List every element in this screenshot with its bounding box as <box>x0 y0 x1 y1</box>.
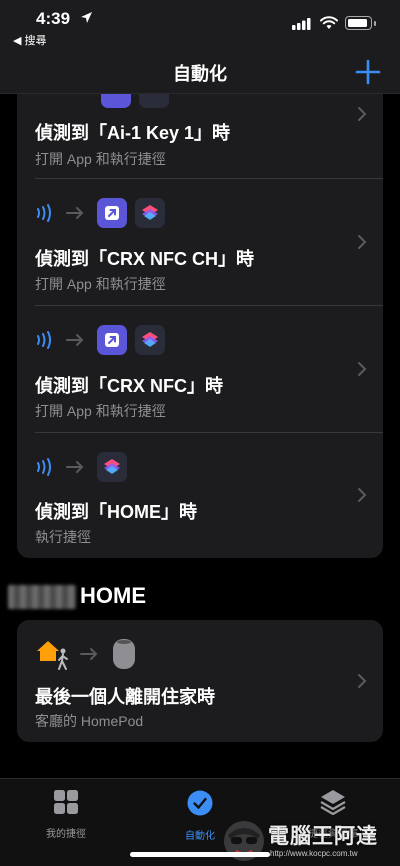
location-arrow-icon <box>81 12 92 23</box>
home-section-header: HOME <box>80 583 146 608</box>
add-automation-button[interactable] <box>352 56 384 88</box>
battery-icon <box>345 16 376 30</box>
nfc-icon <box>37 458 51 476</box>
automation-subtitle: 執行捷徑 <box>35 529 91 545</box>
chevron-right-icon <box>358 107 367 121</box>
home-automations-card: 最後一個人離開住家時 客廳的 HomePod <box>17 620 383 742</box>
automation-row[interactable]: 偵測到「CRX NFC CH」時 打開 App 和執行捷徑 <box>17 178 383 305</box>
page-title: 自動化 <box>173 64 227 84</box>
shortcuts-app-icon <box>135 325 165 355</box>
chevron-right-icon <box>358 362 367 376</box>
arrow-right-icon <box>66 334 84 346</box>
watermark-url: http://www.kocpc.com.tw <box>270 849 358 858</box>
clock-check-icon <box>187 790 213 816</box>
automation-row[interactable]: 偵測到「HOME」時 執行捷徑 <box>17 432 383 558</box>
nav-bar: 自動化 <box>0 50 400 94</box>
automation-title: 偵測到「Ai-1 Key 1」時 <box>35 123 231 143</box>
chevron-right-icon <box>358 674 367 688</box>
nfc-icon <box>37 331 51 349</box>
tab-label: 我的捷徑 <box>46 829 86 840</box>
chevron-right-icon <box>358 235 367 249</box>
back-to-search-link[interactable]: ◀ 搜尋 <box>13 32 47 48</box>
shortcuts-app-icon <box>97 452 127 482</box>
open-app-icon <box>97 198 127 228</box>
homepod-icon <box>113 639 135 669</box>
action-icons <box>35 636 137 672</box>
watermark-text: 電腦王阿達 <box>268 825 378 848</box>
automation-title: 偵測到「HOME」時 <box>35 502 197 522</box>
automation-subtitle: 打開 App 和執行捷徑 <box>35 276 166 292</box>
wifi-icon <box>320 16 338 29</box>
status-bar: 4:39 ◀ 搜尋 <box>0 0 400 50</box>
layers-icon <box>320 790 346 816</box>
blurred-home-owner-name <box>8 585 76 609</box>
home-automation-row[interactable]: 最後一個人離開住家時 客廳的 HomePod <box>17 620 383 742</box>
open-app-icon <box>97 325 127 355</box>
leave-home-icon <box>37 641 68 670</box>
nfc-icon <box>37 204 51 222</box>
action-icons <box>35 325 165 355</box>
automation-title: 偵測到「CRX NFC」時 <box>35 376 223 396</box>
automation-subtitle: 打開 App 和執行捷徑 <box>35 151 166 167</box>
arrow-right-icon <box>66 207 84 219</box>
site-watermark: 電腦王阿達 http://www.kocpc.com.tw <box>222 818 392 864</box>
automation-title: 偵測到「CRX NFC CH」時 <box>35 249 254 269</box>
automation-subtitle: 打開 App 和執行捷徑 <box>35 403 166 419</box>
personal-automations-card: 偵測到「Ai-1 Key 1」時 打開 App 和執行捷徑 偵測到「CRX NF… <box>17 56 383 558</box>
chevron-right-icon <box>358 488 367 502</box>
home-indicator <box>130 852 270 857</box>
automation-title: 最後一個人離開住家時 <box>35 687 215 707</box>
shortcuts-app-icon <box>135 198 165 228</box>
arrow-right-icon <box>66 461 84 473</box>
action-icons <box>35 452 127 482</box>
arrow-right-icon <box>80 648 98 660</box>
status-time: 4:39 <box>36 9 71 28</box>
action-icons <box>35 198 165 228</box>
automation-subtitle: 客廳的 HomePod <box>35 713 144 729</box>
automation-row[interactable]: 偵測到「CRX NFC」時 打開 App 和執行捷徑 <box>17 305 383 432</box>
cellular-signal-icon <box>292 18 311 30</box>
grid-icon <box>54 790 78 814</box>
tab-my-shortcuts[interactable]: 我的捷徑 <box>11 789 121 840</box>
